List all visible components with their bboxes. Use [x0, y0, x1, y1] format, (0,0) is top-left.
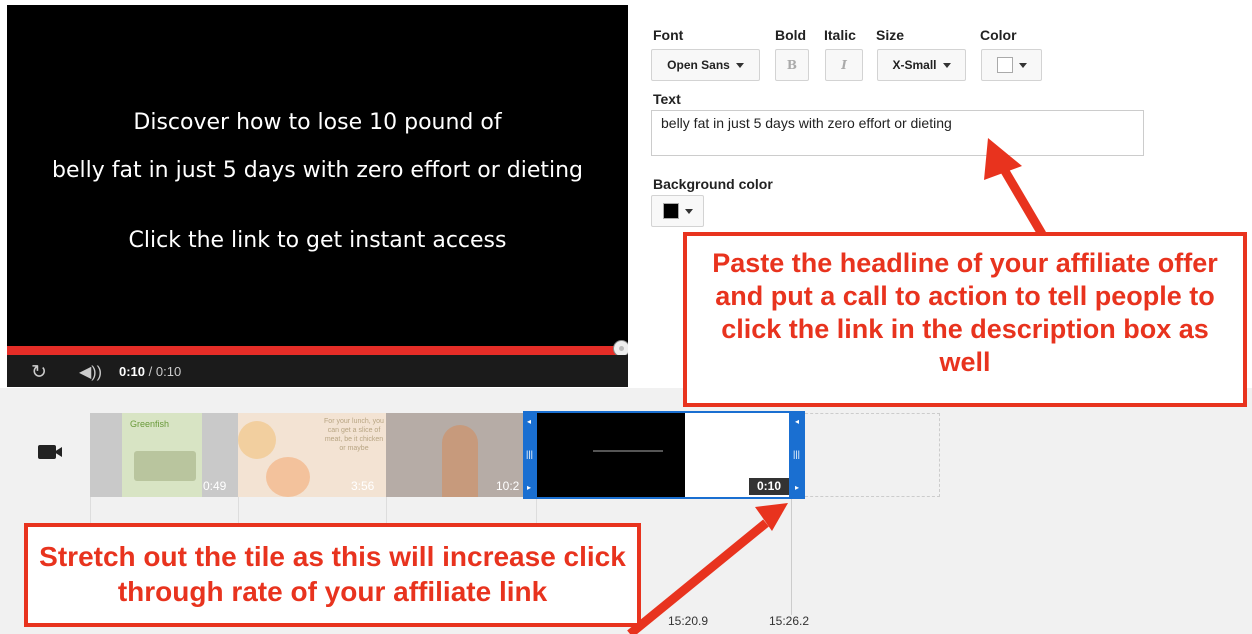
- arrow-to-tile: [627, 519, 769, 634]
- stretch-callout: Stretch out the tile as this will increa…: [24, 523, 641, 627]
- arrow-to-text-field: [998, 163, 1046, 237]
- headline-callout: Paste the headline of your affiliate off…: [683, 232, 1247, 407]
